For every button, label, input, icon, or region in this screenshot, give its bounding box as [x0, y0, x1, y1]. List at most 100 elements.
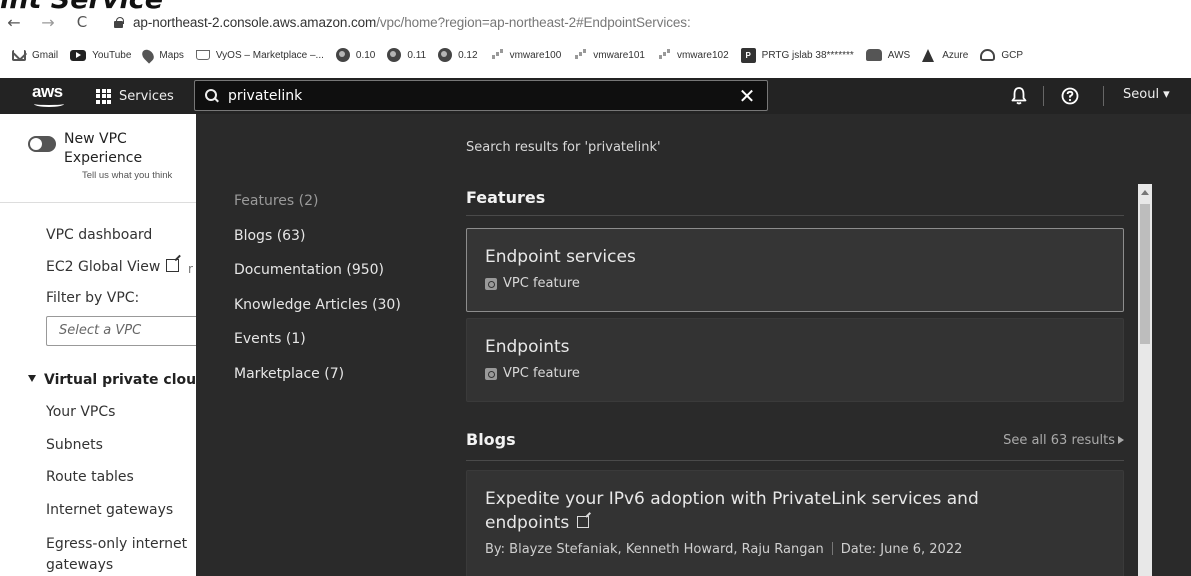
result-meta: VPC feature — [485, 276, 580, 291]
aws-logo[interactable]: aws — [32, 81, 72, 111]
result-meta: VPC feature — [485, 366, 580, 381]
facet-blogs[interactable]: Blogs (63) — [234, 219, 401, 254]
result-meta-label: VPC feature — [503, 366, 580, 381]
result-facets: Features (2) Blogs (63) Documentation (9… — [234, 184, 401, 391]
bookmark-label: Gmail — [32, 49, 59, 61]
facet-marketplace[interactable]: Marketplace (7) — [234, 357, 401, 392]
bookmark-azure[interactable]: Azure — [922, 48, 968, 62]
youtube-icon — [70, 49, 87, 61]
lock-icon[interactable] — [113, 16, 124, 28]
bookmark-gcp[interactable]: GCP — [980, 49, 1023, 61]
bookmark-label: 0.11 — [407, 49, 427, 61]
bookmark-0-10[interactable]: 0.10 — [335, 48, 376, 62]
cart-icon — [195, 50, 210, 60]
bookmark-vyos[interactable]: VyOS – Marketplace –... — [195, 49, 324, 61]
vmware-icon — [573, 48, 587, 62]
maps-icon — [140, 46, 157, 64]
url-field[interactable]: ap-northeast-2.console.aws.amazon.com/vp… — [133, 15, 691, 30]
feedback-link[interactable]: Tell us what you think — [82, 170, 172, 181]
bookmark-label: vmware100 — [509, 49, 562, 61]
filter-by-vpc-label: Filter by VPC: — [46, 290, 140, 306]
back-button[interactable]: ← — [3, 10, 25, 34]
notifications-bell-icon[interactable] — [1011, 87, 1027, 105]
bookmark-prtg[interactable]: P PRTG jslab 38******* — [740, 47, 854, 63]
services-menu-button[interactable]: Services — [96, 88, 174, 104]
reload-button[interactable]: C — [71, 10, 93, 34]
sidebar-divider — [0, 202, 196, 203]
vpc-filter-select[interactable]: Select a VPC — [46, 316, 196, 346]
facet-events[interactable]: Events (1) — [234, 322, 401, 357]
bookmark-gmail[interactable]: Gmail — [12, 49, 59, 61]
sidebar-item-ec2-global-view[interactable]: EC2 Global View — [46, 259, 180, 275]
sidebar-item-internet-gateways[interactable]: Internet gateways — [46, 502, 173, 518]
sidebar-item-vpc-dashboard[interactable]: VPC dashboard — [46, 227, 152, 243]
bookmark-label: YouTube — [92, 49, 132, 61]
vmware-icon — [490, 48, 504, 62]
scrollbar-thumb[interactable] — [1140, 204, 1150, 344]
search-icon — [205, 88, 219, 103]
search-input[interactable] — [228, 87, 733, 104]
blog-date: Date: June 6, 2022 — [840, 542, 963, 557]
blog-result[interactable]: Expedite your IPv6 adoption with Private… — [466, 470, 1124, 576]
search-box: ✕ — [194, 80, 768, 111]
section-virtual-private-cloud[interactable]: Virtual private cloud — [28, 372, 196, 388]
facet-knowledge-articles[interactable]: Knowledge Articles (30) — [234, 288, 401, 323]
blog-meta: By: Blayze Stefaniak, Kenneth Howard, Ra… — [485, 542, 962, 557]
bookmark-label: VyOS – Marketplace –... — [215, 49, 324, 61]
sidebar-item-your-vpcs[interactable]: Your VPCs — [46, 404, 115, 420]
feature-result-endpoints[interactable]: Endpoints VPC feature — [466, 318, 1124, 402]
results-column: Features Endpoint services VPC feature E… — [466, 188, 1126, 576]
vpc-feature-icon — [485, 277, 497, 290]
bookmark-label: vmware101 — [593, 49, 645, 61]
forward-button[interactable]: → — [37, 10, 59, 34]
caret-down-icon — [28, 375, 36, 382]
blog-title-text: Expedite your IPv6 adoption with Private… — [485, 489, 979, 533]
gcp-icon — [980, 49, 996, 61]
bookmark-maps[interactable]: Maps — [140, 46, 184, 64]
bookmark-vmware101[interactable]: vmware101 — [573, 48, 645, 62]
bookmark-vmware100[interactable]: vmware100 — [490, 48, 562, 62]
sidebar-item-subnets[interactable]: Subnets — [46, 437, 103, 453]
section-title: Virtual private cloud — [44, 372, 196, 388]
search-results-heading: Search results for 'privatelink' — [466, 140, 661, 155]
new-vpc-experience-toggle[interactable] — [28, 136, 56, 152]
scroll-up-arrow-icon[interactable] — [1141, 190, 1149, 195]
globe-icon — [387, 48, 402, 62]
bookmark-label: vmware102 — [676, 49, 729, 61]
region-selector[interactable]: Seoul ▾ — [1123, 87, 1170, 102]
search-results-panel: Search results for 'privatelink' Feature… — [196, 114, 1191, 576]
sidebar-item-route-tables[interactable]: Route tables — [46, 469, 134, 485]
aws-top-nav: aws Services ✕ Seoul ▾ — [0, 78, 1191, 114]
facet-features[interactable]: Features (2) — [234, 184, 401, 219]
bookmark-youtube[interactable]: YouTube — [70, 49, 132, 61]
bookmark-0-11[interactable]: 0.11 — [387, 48, 426, 62]
url-host: ap-northeast-2.console.aws.amazon.com — [133, 14, 377, 30]
blog-title[interactable]: Expedite your IPv6 adoption with Private… — [485, 487, 1045, 535]
clear-search-icon[interactable]: ✕ — [733, 82, 761, 110]
bookmark-label: 0.10 — [355, 49, 376, 61]
new-vpc-experience-title: New VPC Experience — [64, 131, 143, 166]
aws-smile-icon — [34, 101, 64, 107]
bookmark-label: PRTG jslab 38******* — [761, 49, 854, 61]
bookmark-aws[interactable]: AWS — [865, 49, 910, 61]
bookmark-0-12[interactable]: 0.12 — [438, 48, 478, 62]
services-label: Services — [119, 88, 174, 104]
triangle-right-icon — [1118, 436, 1124, 444]
facet-documentation[interactable]: Documentation (950) — [234, 253, 401, 288]
nav-divider — [1103, 86, 1104, 106]
globe-icon — [438, 48, 453, 62]
help-icon[interactable] — [1061, 87, 1079, 105]
meta-separator — [831, 542, 833, 555]
see-all-blogs-link[interactable]: See all 63 results — [1003, 433, 1124, 448]
sidebar-item-egress-only-gateways[interactable]: Egress-only internet gateways — [46, 534, 194, 576]
feature-result-endpoint-services[interactable]: Endpoint services VPC feature — [466, 228, 1124, 312]
grid-icon — [96, 88, 111, 104]
bookmark-vmware102[interactable]: vmware102 — [657, 48, 729, 62]
vmware-icon — [657, 48, 671, 62]
features-section-title: Features — [466, 188, 546, 207]
prtg-icon: P — [740, 47, 756, 63]
clipped-badge: r — [188, 262, 193, 276]
azure-icon — [922, 48, 936, 62]
bookmark-label: Maps — [159, 49, 184, 61]
results-scrollbar[interactable] — [1138, 184, 1152, 576]
